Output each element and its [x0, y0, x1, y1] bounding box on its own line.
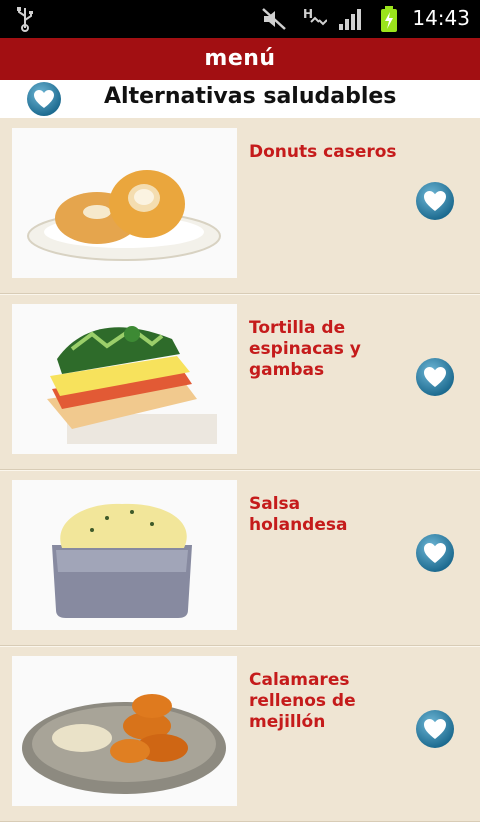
list-item[interactable]: Calamares rellenos de mejillón [0, 646, 480, 822]
recipe-list: Donuts caseros Tortilla de espinacas y g… [0, 118, 480, 822]
favorite-button[interactable] [415, 533, 455, 577]
app-bar: menú [0, 38, 480, 80]
favorite-button[interactable] [415, 709, 455, 753]
clock: 14:43 [412, 6, 470, 30]
heart-icon [26, 81, 62, 121]
recipe-name: Salsa holandesa [249, 494, 348, 535]
list-item[interactable]: Donuts caseros [0, 118, 480, 294]
donuts-photo [12, 128, 237, 278]
mute-icon [260, 6, 288, 32]
list-item[interactable]: Tortilla de espinacas y gambas [0, 294, 480, 470]
recipe-name: Calamares rellenos de mejillón [249, 670, 356, 732]
calamares-photo [12, 656, 237, 806]
battery-charging-icon [376, 6, 402, 32]
list-item[interactable]: Salsa holandesa [0, 470, 480, 646]
favorite-button[interactable] [415, 357, 455, 401]
favorite-button[interactable] [415, 181, 455, 225]
usb-icon [14, 6, 36, 32]
recipe-name: Donuts caseros [249, 142, 397, 162]
signal-icon [338, 6, 364, 32]
hspa-icon: H [300, 6, 328, 32]
salsa-photo [12, 480, 237, 630]
recipe-name: Tortilla de espinacas y gambas [249, 318, 361, 380]
section-title: Alternativas saludables [104, 84, 397, 109]
svg-text:H: H [303, 7, 313, 21]
tortilla-photo [12, 304, 237, 454]
app-title: menú [204, 46, 276, 71]
status-bar: H 14:43 [0, 0, 480, 38]
section-header: Alternativas saludables [0, 80, 480, 118]
